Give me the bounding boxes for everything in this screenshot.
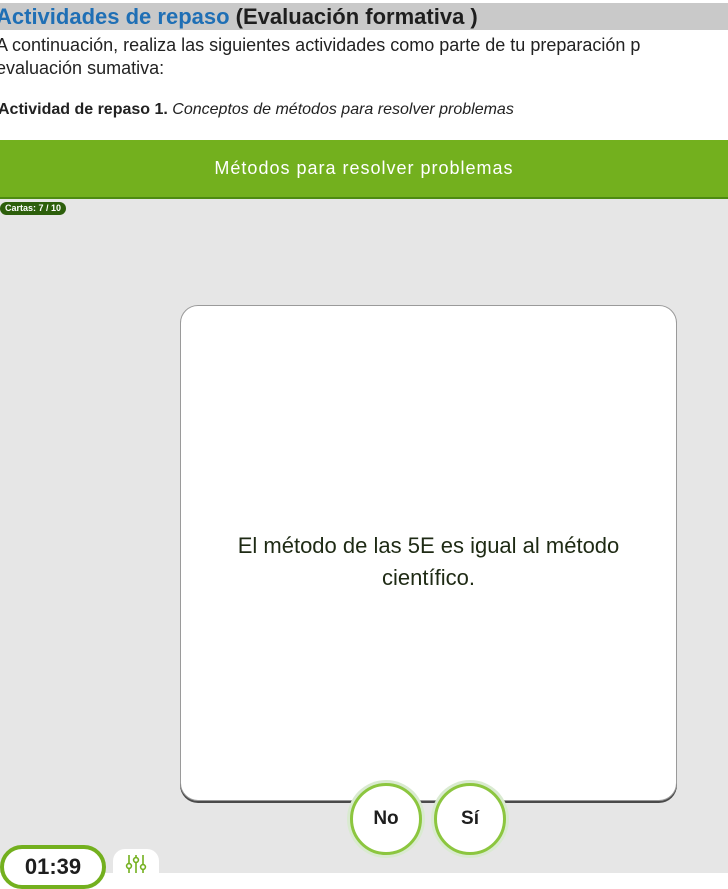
settings-button[interactable] — [113, 849, 159, 889]
page-title-suffix: (Evaluación formativa ) — [235, 4, 478, 29]
game-header: Métodos para resolver problemas — [0, 140, 728, 199]
page-title-link[interactable]: Actividades de repaso — [0, 4, 230, 29]
page-title: Actividades de repaso (Evaluación format… — [0, 4, 724, 30]
activity-label: Actividad de repaso 1. — [0, 101, 168, 118]
intro-text: A continuación, realiza las siguientes a… — [0, 34, 728, 80]
no-button[interactable]: No — [350, 783, 422, 855]
flashcard-statement: El método de las 5E es igual al método c… — [237, 533, 620, 590]
game-title: Métodos para resolver problemas — [214, 158, 514, 178]
sliders-icon — [125, 855, 147, 873]
card-counter-badge: Cartas: 7 / 10 — [0, 202, 67, 215]
intro-line-2: evaluación sumativa: — [0, 58, 165, 78]
timer: 01:39 — [0, 845, 106, 889]
activity-subtitle: Conceptos de métodos para resolver probl… — [172, 101, 514, 118]
intro-line-1: A continuación, realiza las siguientes a… — [0, 35, 641, 55]
flashcard[interactable]: El método de las 5E es igual al método c… — [180, 305, 677, 801]
activity-heading: Actividad de repaso 1. Conceptos de méto… — [0, 100, 728, 120]
flashcard-game: Métodos para resolver problemas Cartas: … — [0, 140, 728, 889]
yes-button[interactable]: Sí — [434, 783, 506, 855]
